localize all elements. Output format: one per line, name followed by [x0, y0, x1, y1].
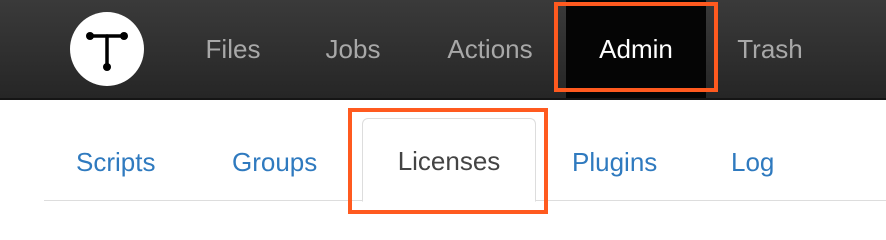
top-navbar: Files Jobs Actions Admin Trash [0, 0, 886, 100]
subtab-licenses[interactable]: Licenses [362, 118, 536, 202]
tee-junction-logo-icon [86, 32, 128, 71]
topnav-files[interactable]: Files [190, 0, 276, 98]
subtab-log[interactable]: Log [731, 140, 774, 184]
topnav-trash[interactable]: Trash [722, 0, 818, 98]
subtab-groups[interactable]: Groups [232, 140, 317, 184]
topnav-admin[interactable]: Admin [566, 0, 706, 98]
app-logo[interactable] [70, 12, 144, 86]
topnav-jobs[interactable]: Jobs [306, 0, 400, 98]
topnav-actions[interactable]: Actions [430, 0, 550, 98]
subtab-scripts[interactable]: Scripts [76, 140, 155, 184]
subtab-plugins[interactable]: Plugins [572, 140, 657, 184]
